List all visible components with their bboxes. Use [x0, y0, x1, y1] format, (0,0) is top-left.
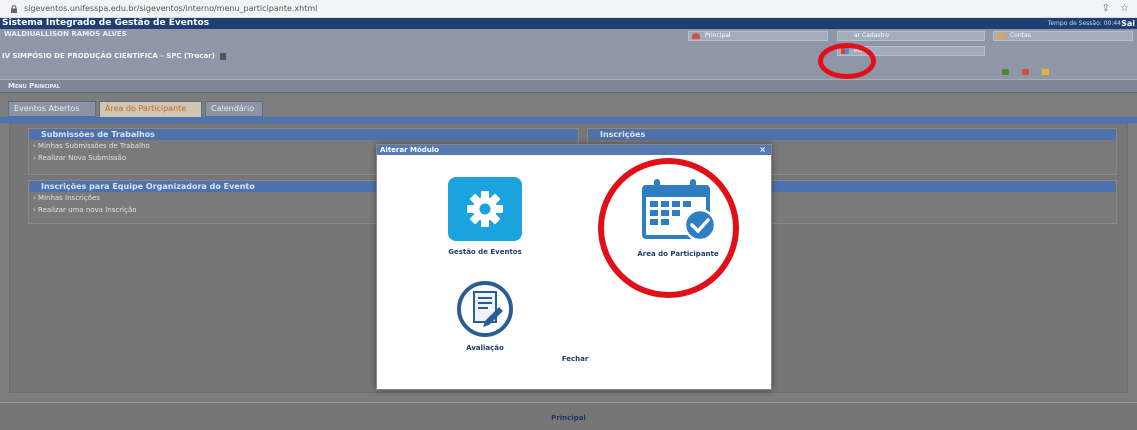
submissoes-title: Submissões de Trabalhos: [29, 129, 578, 140]
dialog-title: Alterar Módulo: [380, 146, 439, 154]
tab-bar: Eventos Abertos Área do Participante Cal…: [0, 101, 1137, 117]
close-icon[interactable]: ×: [759, 145, 766, 155]
pdf-icon[interactable]: [1021, 68, 1030, 76]
cadastro-button[interactable]: ar Cadastro: [837, 31, 985, 41]
url-text: sigeventos.unifesspa.edu.br/sigeventos/i…: [24, 4, 318, 13]
session-timer: Tempo de Sessão: 00:44: [1047, 20, 1121, 27]
event-name: IV SIMPÓSIO DE PRODUÇÃO CIENTÍFICA – SPC…: [2, 52, 227, 60]
evaluation-document-icon: [457, 281, 513, 337]
accounts-icon: [997, 33, 1005, 39]
contas-button[interactable]: Contas: [993, 31, 1133, 41]
lock-icon: [11, 4, 17, 13]
system-title: Sistema Integrado de Gestão de Eventos: [2, 18, 210, 28]
highlight-circle-modulos: [818, 43, 876, 79]
share-icon[interactable]: ⇪: [1102, 3, 1110, 14]
header: WALDIUALLISON RAMOS ALVES IV SIMPÓSIO DE…: [0, 29, 1137, 79]
module-gestao-eventos[interactable]: Gestão de Eventos: [435, 177, 535, 256]
gear-icon: [448, 177, 522, 241]
system-title-bar: Sistema Integrado de Gestão de Eventos T…: [0, 18, 1137, 29]
star-icon[interactable]: ☆: [1120, 3, 1129, 14]
highlight-circle-participante: [598, 158, 739, 298]
footer-principal-link[interactable]: Principal: [0, 414, 1137, 422]
tab-area-participante[interactable]: Área do Participante: [99, 101, 202, 117]
home-icon: [692, 33, 700, 39]
module-avaliacao[interactable]: Avaliação: [435, 281, 535, 352]
module-gestao-label: Gestão de Eventos: [448, 248, 522, 256]
folder-icon[interactable]: [1041, 68, 1050, 76]
browser-address-bar[interactable]: sigeventos.unifesspa.edu.br/sigeventos/i…: [0, 0, 1137, 18]
fechar-button[interactable]: Fechar: [377, 355, 773, 363]
event-title[interactable]: IV SIMPÓSIO DE PRODUÇÃO CIENTÍFICA – SPC…: [2, 52, 215, 60]
footer: Principal: [0, 402, 1137, 430]
module-avaliacao-label: Avaliação: [466, 344, 504, 352]
trash-icon[interactable]: [220, 52, 227, 60]
dialog-title-bar: Alterar Módulo ×: [377, 145, 771, 155]
user-name: WALDIUALLISON RAMOS ALVES: [4, 30, 127, 38]
tab-calendario[interactable]: Calendário: [205, 101, 263, 117]
exit-link[interactable]: Sai: [1121, 18, 1135, 29]
spreadsheet-icon[interactable]: [1001, 68, 1010, 76]
menu-title: Menu Principal: [0, 79, 1137, 93]
tab-eventos-abertos[interactable]: Eventos Abertos: [8, 101, 96, 117]
principal-button[interactable]: Principal: [688, 31, 828, 41]
inscricoes-title: Inscrições: [588, 129, 1116, 140]
